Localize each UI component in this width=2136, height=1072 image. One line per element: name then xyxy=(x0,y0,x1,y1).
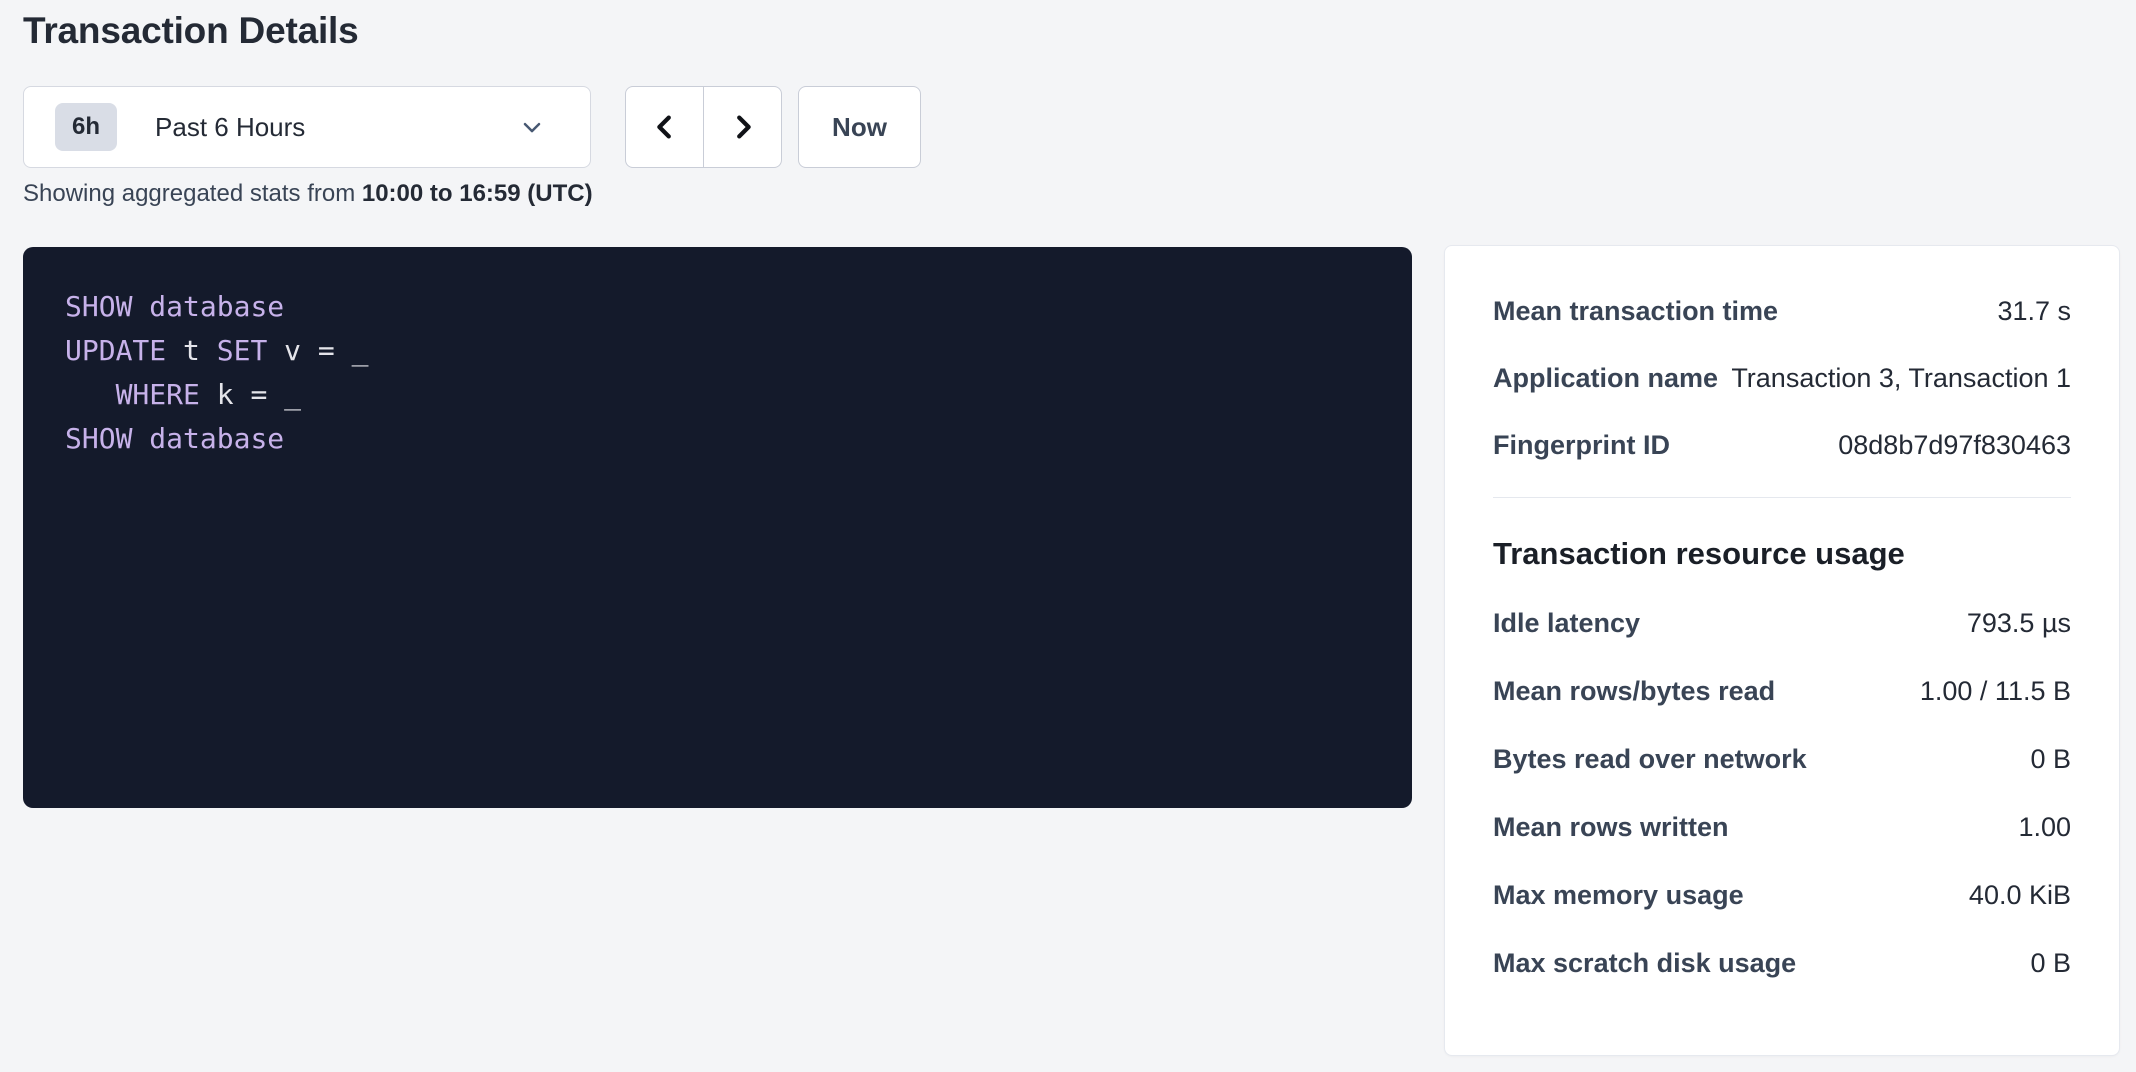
stat-row-max-memory-usage: Max memory usage 40.0 KiB xyxy=(1493,880,2071,920)
chevron-right-icon xyxy=(728,112,758,142)
chevron-left-icon xyxy=(650,112,680,142)
previous-interval-button[interactable] xyxy=(625,86,704,168)
stat-value: 0 B xyxy=(2030,744,2071,775)
time-nav-group xyxy=(625,86,782,168)
sql-token: SET xyxy=(217,334,268,367)
sql-token: UPDATE xyxy=(65,334,166,367)
chevron-down-icon xyxy=(518,113,546,141)
stat-value: 08d8b7d97f830463 xyxy=(1838,430,2071,461)
stat-label: Bytes read over network xyxy=(1493,744,1807,775)
sql-token: SHOW xyxy=(65,290,132,323)
stat-label: Max scratch disk usage xyxy=(1493,948,1796,979)
subtitle-prefix: Showing aggregated stats from xyxy=(23,180,362,207)
time-range-label: Past 6 Hours xyxy=(155,112,518,143)
stat-value: 31.7 s xyxy=(1997,296,2071,327)
stat-label: Idle latency xyxy=(1493,608,1640,639)
stat-label: Fingerprint ID xyxy=(1493,430,1670,461)
stat-value: 1.00 xyxy=(2018,812,2071,843)
stat-value: 1.00 / 11.5 B xyxy=(1920,676,2071,707)
next-interval-button[interactable] xyxy=(703,86,782,168)
stat-value: 0 B xyxy=(2030,948,2071,979)
sql-line: SHOW database xyxy=(65,417,1382,461)
stat-row-mean-transaction-time: Mean transaction time 31.7 s xyxy=(1493,296,2071,336)
stat-label: Mean transaction time xyxy=(1493,296,1778,327)
stat-row-idle-latency: Idle latency 793.5 µs xyxy=(1493,608,2071,648)
resource-usage-heading: Transaction resource usage xyxy=(1493,534,2071,574)
stat-label: Max memory usage xyxy=(1493,880,1744,911)
stat-row-mean-rows-written: Mean rows written 1.00 xyxy=(1493,812,2071,852)
stat-value: 793.5 µs xyxy=(1967,608,2071,639)
stat-row-mean-rows-bytes-read: Mean rows/bytes read 1.00 / 11.5 B xyxy=(1493,676,2071,716)
stat-row-fingerprint-id: Fingerprint ID 08d8b7d97f830463 xyxy=(1493,430,2071,470)
sql-token xyxy=(65,378,116,411)
sql-token: v = _ xyxy=(267,334,368,367)
subtitle-range: 10:00 to 16:59 (UTC) xyxy=(362,180,593,207)
sql-token xyxy=(132,290,149,323)
sql-token: k = _ xyxy=(200,378,301,411)
stat-value: Transaction 3, Transaction 1 xyxy=(1731,363,2071,394)
time-picker-toolbar: 6h Past 6 Hours xyxy=(23,86,921,168)
sql-token: database xyxy=(149,290,284,323)
transaction-details-page: Transaction Details 6h Past 6 Hours xyxy=(0,0,2136,1072)
sql-token: SHOW xyxy=(65,422,132,455)
stat-value: 40.0 KiB xyxy=(1969,880,2071,911)
resource-stats-group: Idle latency 793.5 µs Mean rows/bytes re… xyxy=(1493,608,2071,988)
sql-line: UPDATE t SET v = _ xyxy=(65,329,1382,373)
stat-row-application-name: Application name Transaction 3, Transact… xyxy=(1493,363,2071,403)
sql-token: WHERE xyxy=(116,378,200,411)
time-range-dropdown[interactable]: 6h Past 6 Hours xyxy=(23,86,591,168)
card-divider xyxy=(1493,497,2071,498)
stat-label: Mean rows written xyxy=(1493,812,1729,843)
stat-row-bytes-read-over-network: Bytes read over network 0 B xyxy=(1493,744,2071,784)
aggregation-interval-text: Showing aggregated stats from 10:00 to 1… xyxy=(23,180,593,208)
summary-stats-group: Mean transaction time 31.7 s Application… xyxy=(1493,296,2071,470)
stat-row-max-scratch-disk-usage: Max scratch disk usage 0 B xyxy=(1493,948,2071,988)
page-title: Transaction Details xyxy=(23,10,359,52)
sql-token xyxy=(132,422,149,455)
sql-line: SHOW database xyxy=(65,285,1382,329)
sql-line: WHERE k = _ xyxy=(65,373,1382,417)
stat-label: Mean rows/bytes read xyxy=(1493,676,1775,707)
stat-label: Application name xyxy=(1493,363,1718,394)
now-button[interactable]: Now xyxy=(798,86,921,168)
sql-token: t xyxy=(166,334,217,367)
sql-token: database xyxy=(149,422,284,455)
transaction-stats-card: Mean transaction time 31.7 s Application… xyxy=(1444,245,2120,1056)
sql-statement-box: SHOW database UPDATE t SET v = _ WHERE k… xyxy=(23,247,1412,808)
time-range-badge: 6h xyxy=(55,103,117,152)
